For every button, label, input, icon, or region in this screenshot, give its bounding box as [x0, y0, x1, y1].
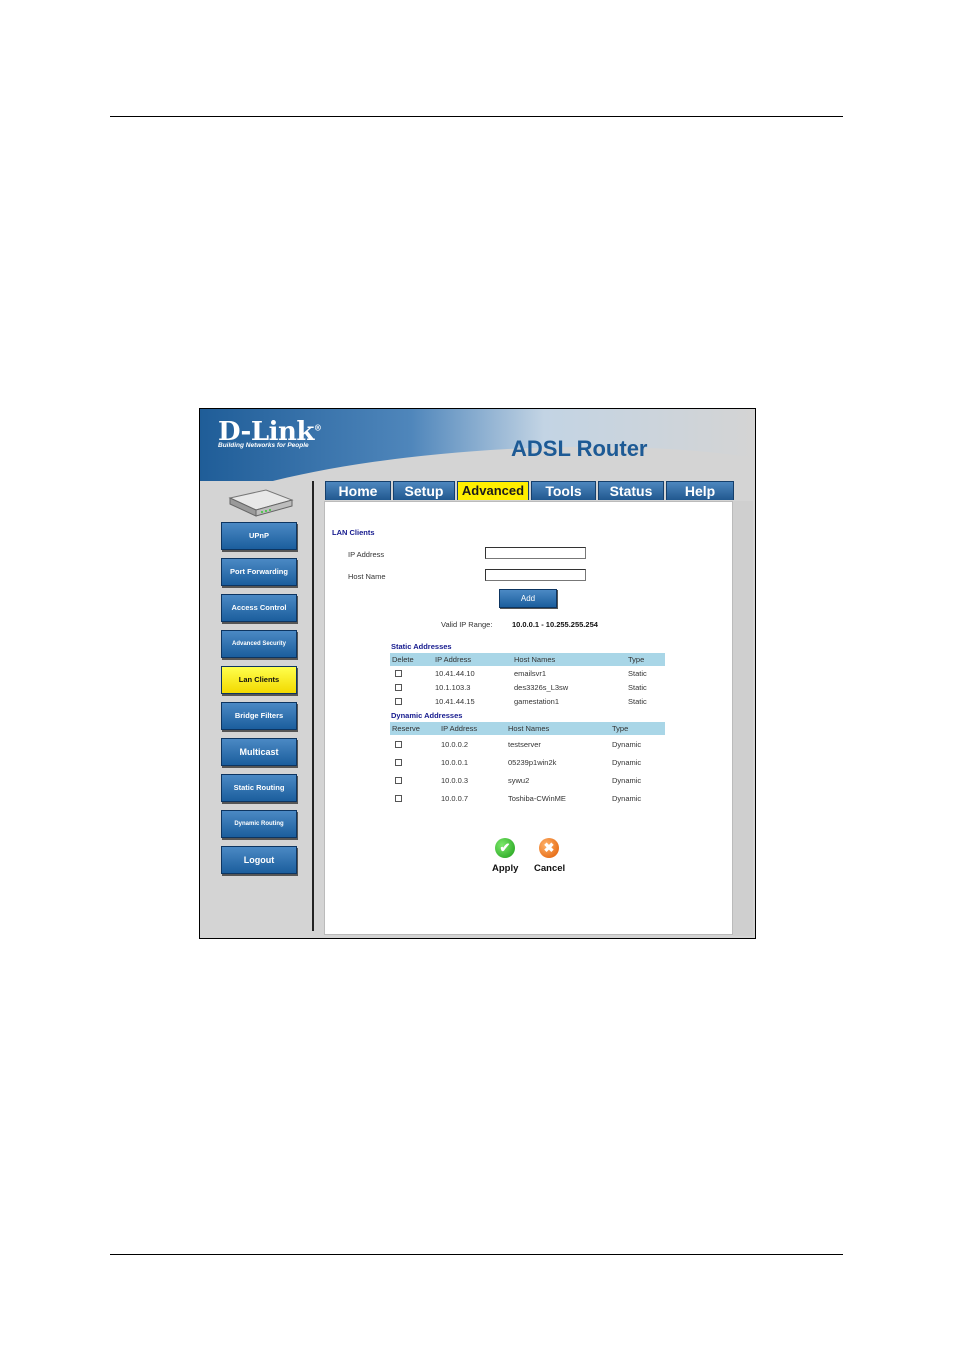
dynamic-col-ip: IP Address	[441, 724, 478, 733]
lan-clients-title: LAN Clients	[332, 528, 375, 537]
router-web-ui-screenshot: D-Link® Building Networks for People ADS…	[199, 408, 756, 939]
dynamic-addresses-title: Dynamic Addresses	[391, 711, 463, 720]
x-icon[interactable]: ✖	[539, 838, 559, 858]
tab-advanced[interactable]: Advanced	[457, 481, 529, 500]
dynamic-row-host: testserver	[508, 740, 541, 749]
valid-ip-range-label: Valid IP Range:	[441, 620, 493, 629]
dynamic-row-host: Toshiba-CWinME	[508, 794, 566, 803]
router-device-icon	[228, 489, 294, 517]
static-row-host: des3326s_L3sw	[514, 683, 569, 692]
sidebar-item-bridge-filters[interactable]: Bridge Filters	[221, 702, 297, 730]
static-row-ip: 10.41.44.15	[435, 697, 475, 706]
dynamic-row-ip: 10.0.0.7	[441, 794, 469, 803]
valid-ip-range-value: 10.0.0.1 - 10.255.255.254	[512, 620, 598, 629]
sidebar-item-advanced-security[interactable]: Advanced Security	[221, 630, 297, 658]
dynamic-col-host: Host Names	[508, 724, 550, 733]
static-col-host: Host Names	[514, 655, 556, 664]
dynamic-row-host: 05239p1win2k	[508, 758, 557, 767]
scroll-gutter	[733, 501, 753, 936]
tab-setup[interactable]: Setup	[393, 481, 455, 500]
static-col-ip: IP Address	[435, 655, 472, 664]
dynamic-row-ip: 10.0.0.1	[441, 758, 469, 767]
dynamic-row-type: Dynamic	[612, 758, 642, 767]
host-name-input[interactable]	[485, 569, 586, 581]
static-row-ip: 10.1.103.3	[435, 683, 471, 692]
sidebar-item-logout[interactable]: Logout	[221, 846, 297, 874]
dynamic-row-type: Dynamic	[612, 776, 642, 785]
static-row-type: Static	[628, 683, 647, 692]
static-row-host: emailsvr1	[514, 669, 547, 678]
static-row-host: gamestation1	[514, 697, 560, 706]
dynamic-reserve-checkbox[interactable]	[395, 777, 402, 784]
static-delete-checkbox[interactable]	[395, 670, 402, 677]
tab-status[interactable]: Status	[598, 481, 664, 500]
main-tabs: Home Setup Advanced Tools Status Help	[325, 481, 736, 501]
sidebar-divider	[312, 481, 314, 931]
static-col-delete: Delete	[392, 655, 414, 664]
sidebar-item-upnp[interactable]: UPnP	[221, 522, 297, 550]
tab-home[interactable]: Home	[325, 481, 391, 500]
dynamic-reserve-checkbox[interactable]	[395, 741, 402, 748]
static-delete-checkbox[interactable]	[395, 684, 402, 691]
dynamic-row-host: sywu2	[508, 776, 530, 785]
static-row-type: Static	[628, 669, 647, 678]
dynamic-col-type: Type	[612, 724, 629, 733]
dynamic-reserve-checkbox[interactable]	[395, 759, 402, 766]
ip-address-label: IP Address	[348, 550, 385, 559]
add-button[interactable]: Add	[499, 589, 557, 608]
dynamic-row-type: Dynamic	[612, 794, 642, 803]
dynamic-reserve-checkbox[interactable]	[395, 795, 402, 802]
dynamic-col-reserve: Reserve	[392, 724, 420, 733]
sidebar-item-access-control[interactable]: Access Control	[221, 594, 297, 622]
dynamic-row-ip: 10.0.0.2	[441, 740, 469, 749]
sidebar-item-lan-clients[interactable]: Lan Clients	[221, 666, 297, 694]
sidebar-item-port-forwarding[interactable]: Port Forwarding	[221, 558, 297, 586]
ip-address-input[interactable]	[485, 547, 586, 559]
sidebar-item-multicast[interactable]: Multicast	[221, 738, 297, 766]
static-row-ip: 10.41.44.10	[435, 669, 475, 678]
static-delete-checkbox[interactable]	[395, 698, 402, 705]
sidebar-item-static-routing[interactable]: Static Routing	[221, 774, 297, 802]
dynamic-row-type: Dynamic	[612, 740, 642, 749]
apply-button[interactable]: Apply	[492, 863, 518, 874]
page-bottom-rule	[110, 1254, 843, 1255]
static-col-type: Type	[628, 655, 645, 664]
check-icon[interactable]: ✔	[495, 838, 515, 858]
logo-tagline: Building Networks for People	[218, 442, 309, 449]
tab-tools[interactable]: Tools	[531, 481, 596, 500]
page-top-rule	[110, 116, 843, 117]
static-addresses-title: Static Addresses	[391, 642, 452, 651]
tab-help[interactable]: Help	[666, 481, 734, 500]
sidebar-item-dynamic-routing[interactable]: Dynamic Routing	[221, 810, 297, 838]
content-panel: LAN Clients IP Address Host Name Add Val…	[324, 501, 733, 935]
dynamic-row-ip: 10.0.0.3	[441, 776, 469, 785]
host-name-label: Host Name	[348, 572, 386, 581]
cancel-button[interactable]: Cancel	[534, 863, 565, 874]
product-title: ADSL Router	[511, 436, 648, 461]
static-row-type: Static	[628, 697, 647, 706]
